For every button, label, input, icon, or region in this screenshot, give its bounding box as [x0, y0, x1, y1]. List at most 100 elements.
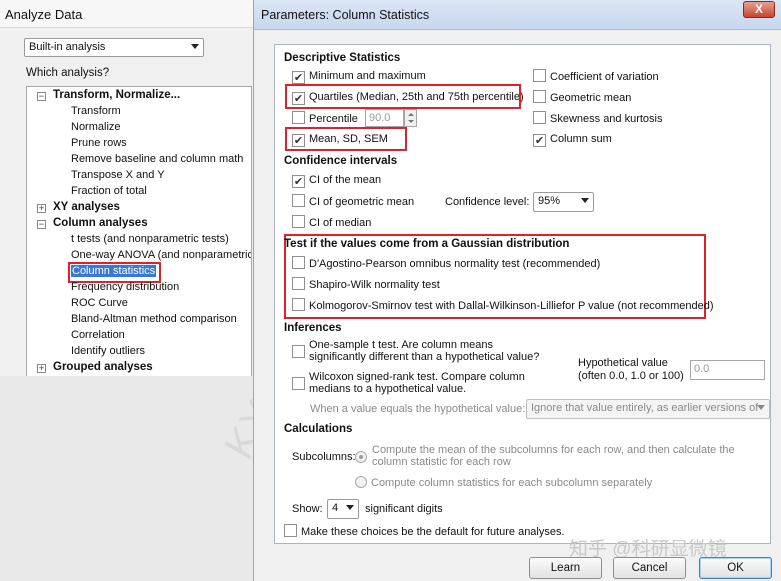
shapiro-checkbox[interactable]: Shapiro-Wilk normality test [292, 277, 440, 293]
cancel-button[interactable]: Cancel [613, 557, 686, 579]
confidence-level-label: Confidence level: [445, 196, 530, 208]
tree-item[interactable]: Remove baseline and column math [71, 153, 243, 169]
min-max-checkbox[interactable]: ✔ Minimum and maximum [292, 69, 426, 85]
geometric-mean-checkbox[interactable]: Geometric mean [533, 90, 631, 106]
parameters-panel: Descriptive Statistics ✔ Minimum and maxi… [274, 44, 771, 544]
tree-item-label: Normalize [71, 121, 121, 133]
which-analysis-label: Which analysis? [26, 67, 110, 79]
collapse-icon[interactable]: − [37, 220, 46, 229]
tree-item[interactable]: Fraction of total [71, 185, 147, 201]
tree-item[interactable]: Frequency distribution [71, 281, 179, 297]
ks-checkbox[interactable]: Kolmogorov-Smirnov test with Dallal-Wilk… [292, 298, 714, 314]
default-checkbox[interactable]: Make these choices be the default for fu… [284, 524, 565, 540]
percentile-input[interactable]: 90.0 [365, 109, 404, 127]
equals-value: Ignore that value entirely, as earlier v… [531, 402, 759, 414]
equals-select[interactable]: Ignore that value entirely, as earlier v… [526, 399, 770, 419]
calculations-heading: Calculations [284, 423, 353, 435]
analysis-type-value: Built-in analysis [29, 41, 106, 53]
collapse-icon[interactable]: − [37, 92, 46, 101]
tree-item-label: Transform [71, 105, 121, 117]
expand-icon[interactable]: + [37, 204, 46, 213]
checkbox-box: ✔ [292, 71, 305, 84]
tree-item-label: Identify outliers [71, 345, 145, 357]
analyze-lower-area [0, 376, 256, 581]
tree-item-label: Frequency distribution [71, 281, 180, 293]
checkbox-box [292, 256, 305, 269]
tree-item[interactable]: Identify outliers [71, 345, 145, 361]
analyze-window-body: Built-in analysis Which analysis? − Trans… [0, 28, 286, 581]
dagostino-checkbox[interactable]: D'Agostino-Pearson omnibus normality tes… [292, 256, 600, 272]
checkbox-box [292, 345, 305, 358]
tree-item-label: ROC Curve [71, 297, 128, 309]
radio-dot [355, 451, 367, 463]
digits-label: significant digits [365, 503, 443, 515]
tree-category-label: Grouped analyses [53, 361, 153, 373]
skew-kurtosis-checkbox[interactable]: Skewness and kurtosis [533, 111, 663, 127]
tree-category-label: XY analyses [53, 201, 120, 213]
checkbox-box: ✔ [533, 134, 546, 147]
confidence-heading: Confidence intervals [284, 155, 398, 167]
parameters-dialog: Parameters: Column Statistics X Descript… [253, 0, 781, 581]
tree-item-label: Fraction of total [71, 185, 147, 197]
coef-variation-checkbox[interactable]: Coefficient of variation [533, 69, 659, 85]
radio-dot [355, 476, 367, 488]
ci-median-checkbox[interactable]: CI of median [292, 215, 371, 231]
tree-item[interactable]: ROC Curve [71, 297, 128, 313]
checkbox-box [533, 69, 546, 82]
highlight-quartiles [285, 84, 521, 109]
radio-each-subcolumn[interactable]: Compute column statistics for each subco… [355, 476, 652, 492]
tree-item-column-statistics[interactable]: Column statistics [68, 262, 161, 283]
analysis-tree[interactable]: − Transform, Normalize... Transform Normali… [26, 86, 252, 378]
tree-item[interactable]: Transpose X and Y [71, 169, 165, 185]
tree-item[interactable]: Bland-Altman method comparison [71, 313, 237, 329]
dialog-title: Parameters: Column Statistics [261, 8, 430, 22]
tree-item-label: Prune rows [71, 137, 127, 149]
column-sum-checkbox[interactable]: ✔ Column sum [533, 132, 612, 148]
subcolumns-label: Subcolumns: [292, 451, 356, 463]
checkbox-box [292, 111, 305, 124]
ci-mean-checkbox[interactable]: ✔ CI of the mean [292, 173, 381, 189]
tree-item[interactable]: Normalize [71, 121, 121, 137]
ok-button[interactable]: OK [699, 557, 772, 579]
show-label: Show: [292, 503, 323, 515]
tree-item-label: One-way ANOVA (and nonparametric) [71, 249, 252, 261]
tree-item-label: Correlation [71, 329, 125, 341]
tree-item[interactable]: Transform [71, 105, 121, 121]
tree-item[interactable]: Correlation [71, 329, 125, 345]
gaussian-heading: Test if the values come from a Gaussian … [284, 238, 570, 250]
percentile-spinner[interactable] [404, 109, 417, 127]
inferences-heading: Inferences [284, 322, 342, 334]
highlight-column-statistics [68, 262, 161, 283]
hypothetical-hint: (often 0.0, 1.0 or 100) [578, 370, 684, 382]
chevron-down-icon [346, 505, 354, 510]
analyze-window-title: Analyze Data [0, 0, 256, 28]
percentile-checkbox[interactable]: Percentile [292, 111, 358, 127]
highlight-mean-sd-sem [285, 127, 407, 151]
tree-item-label: Remove baseline and column math [71, 153, 244, 165]
checkbox-box [284, 524, 297, 537]
digits-select[interactable]: 4 [327, 499, 359, 519]
checkbox-box [292, 377, 305, 390]
tree-category-label: Column analyses [53, 217, 148, 229]
tree-item[interactable]: t tests (and nonparametric tests) [71, 233, 229, 249]
tree-item[interactable]: Prune rows [71, 137, 127, 153]
analysis-type-select[interactable]: Built-in analysis [24, 38, 204, 57]
expand-icon[interactable]: + [37, 364, 46, 373]
chevron-down-icon [191, 44, 199, 49]
tree-item-label: Transpose X and Y [71, 169, 165, 181]
ci-geo-mean-checkbox[interactable]: CI of geometric mean [292, 194, 414, 210]
confidence-level-value: 95% [538, 195, 561, 207]
analyze-data-window: Analyze Data Built-in analysis Which ana… [0, 0, 286, 581]
dialog-titlebar: Parameters: Column Statistics X [254, 0, 781, 30]
chevron-down-icon [757, 405, 765, 410]
learn-button[interactable]: Learn [529, 557, 602, 579]
checkbox-box [292, 215, 305, 228]
descriptive-heading: Descriptive Statistics [284, 52, 401, 64]
chevron-down-icon [581, 198, 589, 203]
checkbox-box [292, 277, 305, 290]
confidence-level-select[interactable]: 95% [533, 192, 594, 212]
hypothetical-input[interactable]: 0.0 [690, 360, 765, 380]
tree-category-label: Transform, Normalize... [53, 89, 181, 101]
close-button[interactable]: X [743, 1, 775, 18]
checkbox-box [292, 298, 305, 311]
